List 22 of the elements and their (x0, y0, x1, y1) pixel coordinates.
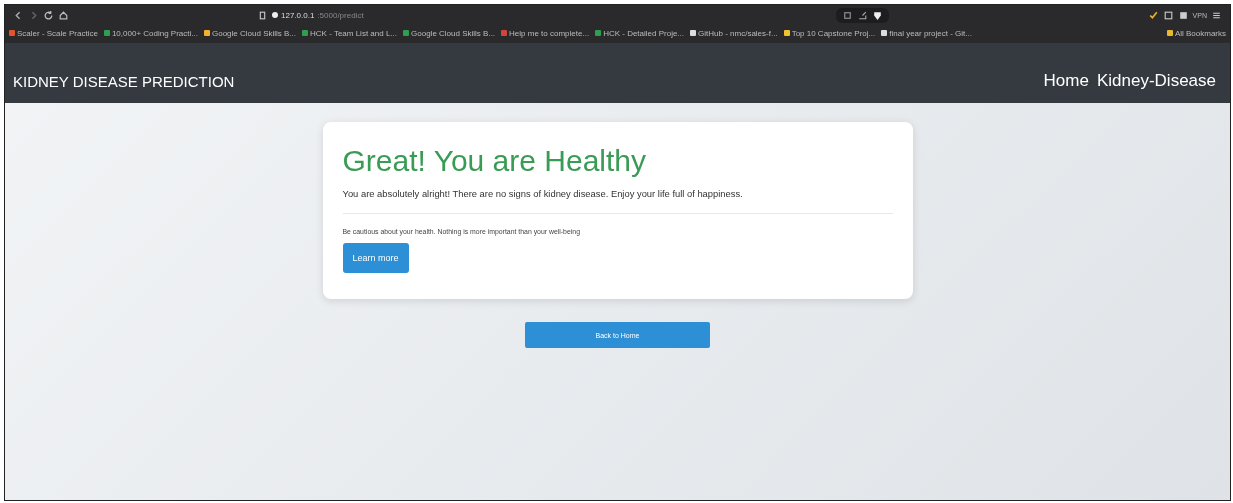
learn-more-button[interactable]: Learn more (342, 243, 409, 273)
reload-icon[interactable] (43, 9, 54, 21)
result-heading: Great! You are Healthy (342, 144, 648, 178)
nav-link[interactable]: Home (1043, 71, 1089, 91)
address-bar[interactable]: 127.0.0.1 :5000/predict (272, 10, 832, 20)
home-icon[interactable] (58, 9, 69, 21)
bookmark-link[interactable]: Google Cloud Skills B... (403, 28, 496, 38)
brand-title: KIDNEY DISEASE PREDICTION (13, 72, 235, 90)
bookmark-link[interactable]: Top 10 Capstone Proj... (783, 28, 876, 38)
all-bookmarks-link[interactable]: All Bookmarks (1166, 28, 1226, 38)
bookmark-link[interactable]: HCK - Team List and L... (302, 28, 398, 38)
bookmark-link[interactable]: GitHub - nmc/sales-f... (690, 28, 778, 38)
bookmark-link[interactable]: HCK - Detailed Proje... (595, 28, 685, 38)
check-icon[interactable] (1147, 9, 1159, 21)
shield-icon[interactable] (872, 9, 883, 21)
bookmark-link[interactable]: Scaler - Scale Practice (9, 28, 98, 38)
bookmark-link[interactable]: final year project - Git... (881, 28, 972, 38)
bookmark-link[interactable]: Help me to complete... (501, 28, 590, 38)
result-message: You are absolutely alright! There are no signs of kidney disease. Enjoy your life full of happiness. (342, 188, 744, 199)
bookmark-link[interactable]: 10,000+ Coding Practi... (103, 28, 198, 38)
nav-link[interactable]: Kidney-Disease (1096, 71, 1216, 91)
bookmark-link[interactable]: Google Cloud Skills B... (204, 28, 297, 38)
